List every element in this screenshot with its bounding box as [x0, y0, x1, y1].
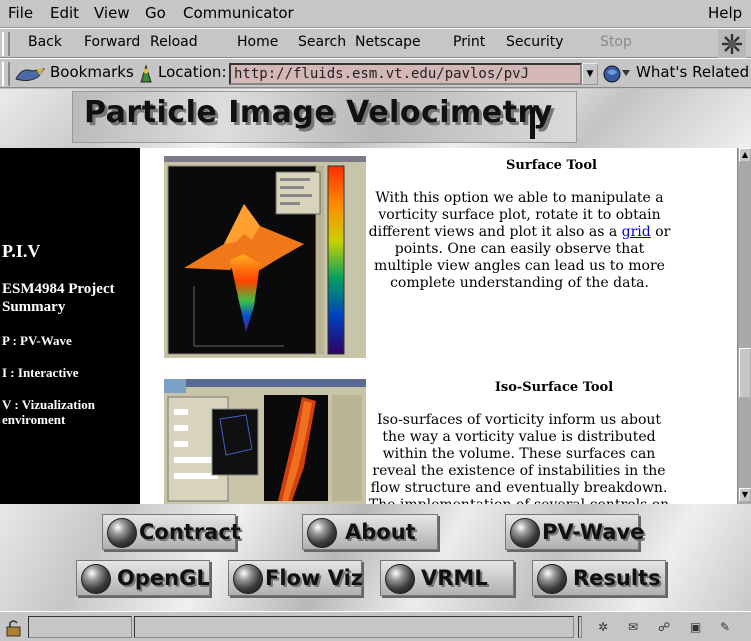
about-label: About: [345, 520, 416, 544]
menu-go[interactable]: Go: [145, 4, 166, 22]
search-button[interactable]: Search: [298, 34, 346, 50]
menu-bar: File Edit View Go Communicator Help: [0, 0, 751, 28]
results-label: Results: [573, 566, 661, 590]
surface-tool-text: With this option we able to manipulate a…: [366, 190, 673, 292]
chevron-down-icon: ▼: [586, 69, 594, 79]
address-book-icon[interactable]: ▣: [690, 620, 701, 634]
status-divider: [578, 616, 582, 638]
pv-wave-label: PV-Wave: [542, 520, 645, 544]
print-button[interactable]: Print: [453, 34, 485, 50]
contract-button[interactable]: Contract: [102, 514, 241, 550]
sidebar-i: I : Interactive: [2, 365, 79, 380]
sphere-icon: [81, 564, 111, 594]
bookmarks-button[interactable]: Bookmarks: [50, 63, 134, 81]
page-title: Particle Image Velocimetry: [84, 95, 553, 130]
flow-viz-label: Flow Viz: [265, 566, 363, 590]
chevron-up-icon: ▲: [741, 150, 749, 159]
sphere-icon: [510, 518, 540, 548]
whats-related-button[interactable]: What's Related: [636, 63, 749, 81]
status-bar: ✲ ✉ ☍ ▣ ✎: [0, 611, 751, 641]
vertical-scrollbar[interactable]: ▲ ▼: [737, 148, 751, 504]
sidebar: P.I.V ESM4984 Project Summary P : PV-Wav…: [0, 148, 140, 504]
toolbar-grip[interactable]: [2, 32, 10, 56]
location-toolbar: Bookmarks Location: http://fluids.esm.vt…: [0, 58, 751, 88]
menu-communicator[interactable]: Communicator: [183, 4, 294, 22]
surface-tool-image: [164, 156, 366, 358]
menu-file[interactable]: File: [8, 4, 33, 22]
scroll-thumb[interactable]: [739, 348, 751, 398]
menu-help[interactable]: Help: [708, 4, 742, 22]
grid-link[interactable]: grid: [622, 224, 651, 240]
toolbar-grip[interactable]: [2, 62, 10, 86]
about-button[interactable]: About: [302, 514, 438, 550]
forward-button[interactable]: Forward: [84, 34, 140, 50]
scroll-up-button[interactable]: ▲: [739, 148, 751, 162]
sphere-icon: [385, 564, 415, 594]
sphere-icon: [537, 564, 567, 594]
navigator-icon[interactable]: ✲: [598, 620, 608, 634]
vrml-label: VRML: [421, 566, 488, 590]
mail-icon[interactable]: ✉: [628, 620, 638, 634]
results-button[interactable]: Results: [532, 560, 666, 596]
sphere-icon: [307, 518, 337, 548]
title-cursor-bar: [530, 107, 535, 139]
menu-view[interactable]: View: [94, 4, 130, 22]
footer-nav: Contract About PV-Wave OpenGL Flow Viz V…: [0, 504, 751, 611]
bookmarks-icon[interactable]: [14, 65, 48, 85]
location-label: Location:: [158, 63, 227, 81]
page-banner: Particle Image Velocimetry: [0, 89, 751, 148]
sidebar-p: P : PV-Wave: [2, 333, 72, 348]
surface-tool-text-a: With this option we able to manipulate a…: [368, 190, 664, 240]
opengl-button[interactable]: OpenGL: [76, 560, 210, 596]
pv-wave-button[interactable]: PV-Wave: [505, 514, 644, 550]
netscape-button[interactable]: Netscape: [355, 34, 421, 50]
scroll-down-button[interactable]: ▼: [739, 488, 751, 502]
main-content: Surface Tool With this option we able to…: [140, 148, 737, 504]
sidebar-v: V : Vizualization enviroment: [2, 397, 95, 427]
opengl-label: OpenGL: [117, 566, 210, 590]
status-progress: [28, 616, 132, 638]
stop-button[interactable]: Stop: [600, 34, 632, 50]
back-button[interactable]: Back: [28, 34, 62, 50]
sidebar-project: ESM4984 Project Summary: [2, 281, 115, 315]
iso-surface-tool-text: Iso-surfaces of vorticity inform us abou…: [369, 412, 669, 504]
sidebar-piv: P.I.V: [2, 241, 41, 261]
sphere-icon: [233, 564, 263, 594]
reload-button[interactable]: Reload: [150, 34, 198, 50]
menu-edit[interactable]: Edit: [50, 4, 79, 22]
discussion-icon[interactable]: ☍: [658, 620, 670, 634]
surface-tool-title: Surface Tool: [506, 158, 597, 173]
netscape-logo-icon[interactable]: [718, 30, 746, 58]
composer-icon[interactable]: ✎: [720, 620, 730, 634]
vrml-button[interactable]: VRML: [380, 560, 514, 596]
location-dropdown-button[interactable]: ▼: [582, 63, 598, 85]
security-button[interactable]: Security: [506, 34, 564, 50]
iso-surface-tool-title: Iso-Surface Tool: [494, 380, 614, 395]
flow-viz-button[interactable]: Flow Viz: [228, 560, 363, 596]
iso-surface-tool-image: [164, 379, 366, 504]
home-button[interactable]: Home: [237, 34, 278, 50]
chevron-down-icon: ▼: [741, 490, 749, 499]
contract-label: Contract: [139, 520, 241, 544]
sphere-icon: [107, 518, 137, 548]
whats-related-icon[interactable]: [602, 64, 632, 84]
location-icon[interactable]: [138, 64, 154, 84]
lock-icon[interactable]: [4, 619, 24, 637]
status-message: [134, 616, 574, 638]
location-input[interactable]: http://fluids.esm.vt.edu/pavlos/pvJ: [229, 63, 582, 85]
navigation-toolbar: Back Forward Reload Home Search Netscape…: [0, 28, 751, 58]
